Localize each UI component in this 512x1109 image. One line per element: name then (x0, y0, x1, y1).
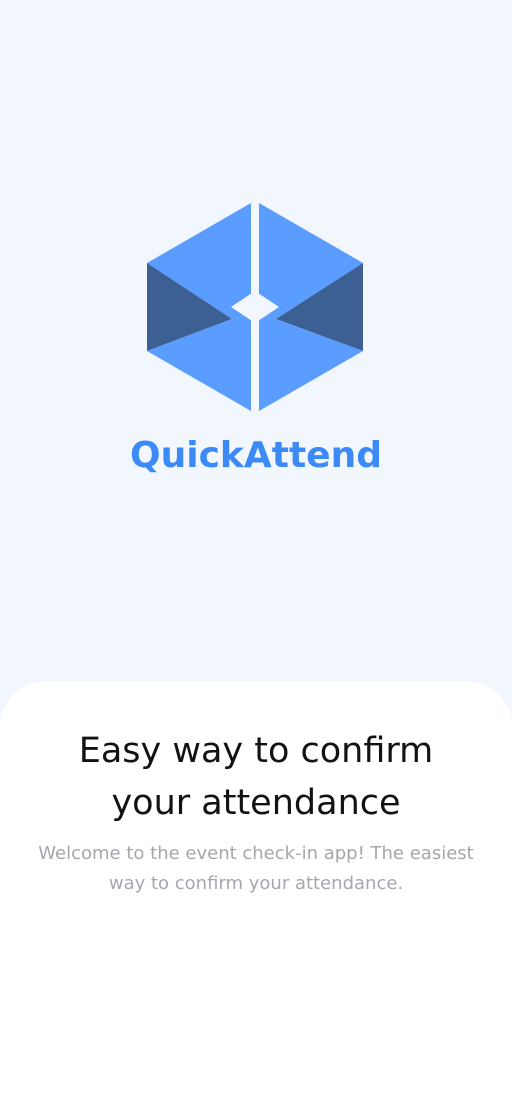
welcome-description: Welcome to the event check-in app! The e… (38, 843, 474, 894)
welcome-panel: Easy way to confirm your attendance Welc… (0, 681, 512, 1109)
welcome-title: Easy way to confirm your attendance (78, 731, 434, 823)
app-name: QuickAttend (130, 435, 382, 476)
hexagon-cube-logo-icon (147, 203, 363, 411)
hero-section: QuickAttend (0, 0, 512, 680)
onboarding-screen: QuickAttend Easy way to confirm your att… (0, 0, 512, 1109)
